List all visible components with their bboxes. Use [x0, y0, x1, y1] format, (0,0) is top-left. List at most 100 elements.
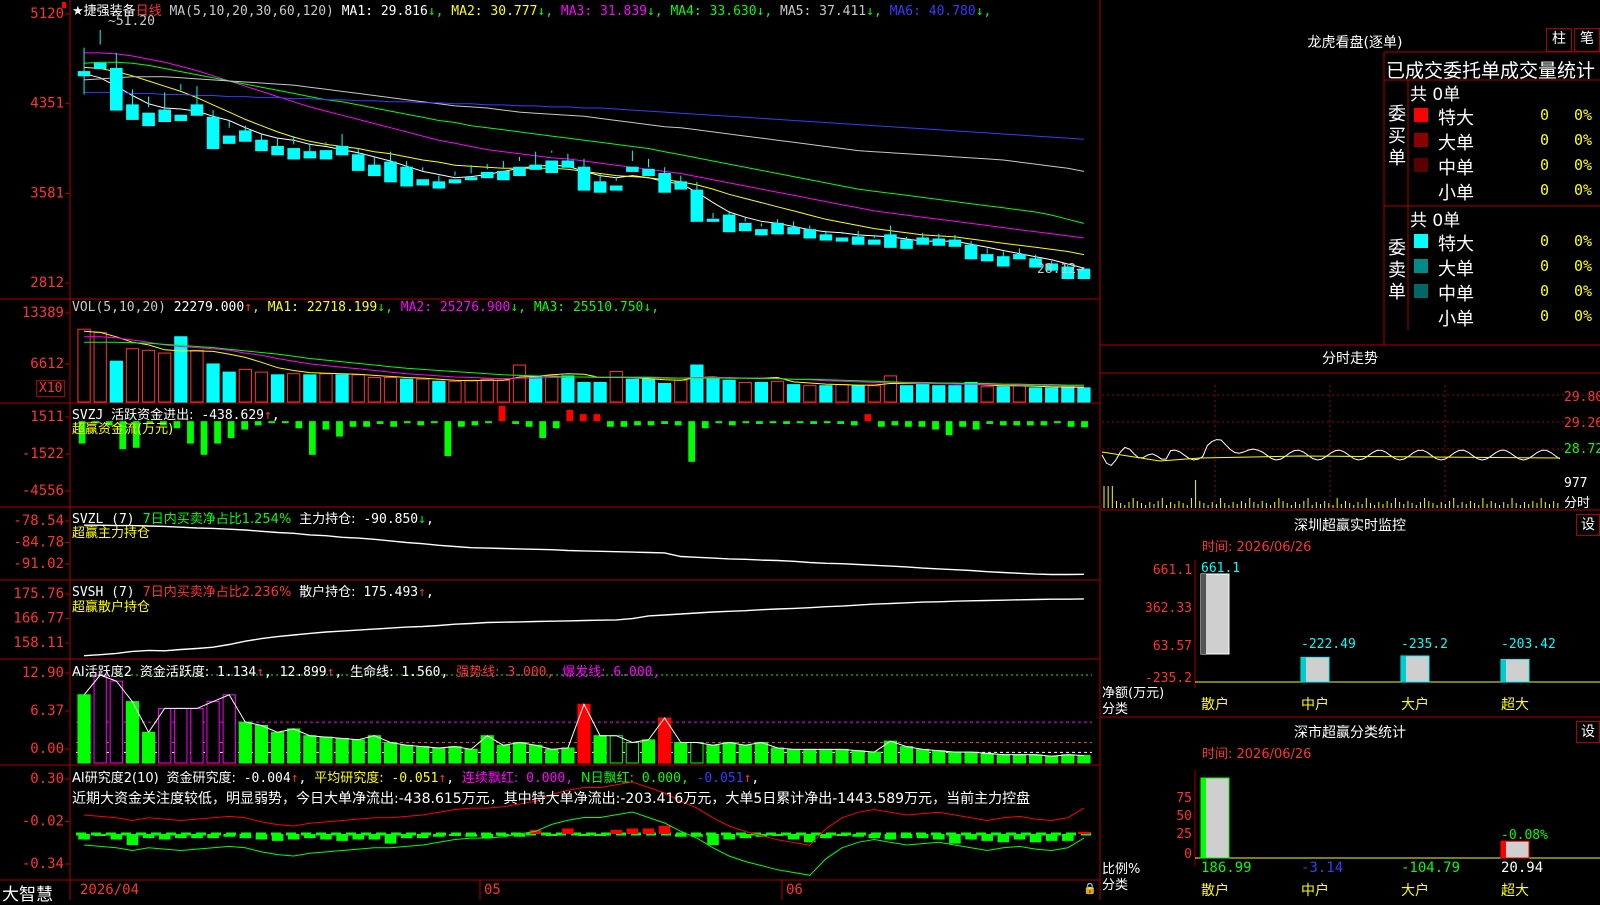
brand-logo[interactable]: 大智慧: [2, 880, 53, 905]
money-flow-bar: [200, 421, 208, 455]
monitor-bar-3: -235.2: [1400, 637, 1448, 683]
activity-bar: [625, 742, 640, 764]
ma-label: MA(5,10,20,30,60,120): [169, 4, 334, 19]
activity-bar: [448, 746, 462, 764]
vol-unit-badge[interactable]: X10: [36, 380, 66, 397]
activity-bar: [561, 747, 575, 764]
volume-bar: [690, 364, 704, 403]
buy-row-name-0: 特大: [1438, 108, 1474, 129]
money-flow-bar: [349, 421, 357, 427]
volume-bar: [448, 380, 462, 403]
candle-body: [561, 160, 575, 168]
ma-arrow-4: ↓,: [756, 4, 781, 19]
money-flow-bar: [945, 421, 953, 436]
volume-bar: [416, 378, 430, 403]
money-flow-bar: [376, 421, 384, 424]
candle-body: [529, 164, 542, 170]
activity-bar: [1061, 754, 1075, 764]
research-bar: [674, 834, 687, 837]
volume-bar: [625, 378, 640, 403]
stats-settings-button[interactable]: 设: [1576, 721, 1600, 743]
sell-row-pct-1: 0%: [1574, 257, 1593, 275]
monitor-settings-button[interactable]: 设: [1576, 514, 1600, 536]
money-flow-bar: [390, 421, 398, 427]
sell-row-swatch-2: [1414, 284, 1428, 298]
svzl-axis-tick: -91.02: [13, 556, 64, 572]
stats-category-3: 大户: [1401, 883, 1429, 899]
monitor-bar-4: -203.42: [1500, 637, 1556, 683]
svzj-axis-tick: -1522: [22, 446, 64, 462]
monitor-tick: 362.33: [1145, 601, 1192, 616]
k-ma-line-3: [84, 52, 1084, 239]
research-bar: [578, 834, 590, 836]
svsh-arrow: ↑: [418, 585, 426, 600]
research-bar: [610, 829, 623, 834]
research-bar: [707, 834, 719, 845]
activity-bar: [351, 739, 365, 764]
lock-icon[interactable]: 🔒: [1083, 882, 1097, 895]
burst-line-label: 爆发线:: [562, 665, 606, 680]
main-chart-canvas[interactable]: 5120 4351 3581 2812 13389 6612 1511 -1522 -4556 -…: [0, 0, 1600, 900]
volume-bar: [658, 383, 672, 403]
star-icon[interactable]: ★: [72, 4, 84, 19]
activity-bar: [787, 748, 801, 764]
activity-bar: [1012, 754, 1027, 764]
intraday-label: 分时: [1564, 496, 1591, 511]
vol-ma-2: MA2: 25276.900: [400, 300, 511, 315]
volume-bar: [351, 374, 365, 403]
intraday-price-line: [1101, 439, 1561, 467]
money-flow-bar: [1081, 421, 1088, 428]
n-day-red-value: 0.000: [641, 771, 681, 786]
volume-bar: [1028, 387, 1043, 403]
research-bar: [723, 834, 735, 840]
k-axis-tick: 4351: [30, 96, 64, 112]
candle-body: [142, 112, 155, 127]
svzl-axis-tick: -84.78: [13, 535, 64, 551]
monitor-bar-2: -222.49: [1300, 637, 1356, 683]
vol-arrow: ↑: [244, 300, 253, 315]
money-flow-bar: [634, 421, 641, 426]
candle-body: [303, 151, 317, 159]
research-bar: [545, 834, 558, 836]
volume-bar: [77, 328, 91, 403]
volume-bar: [190, 349, 204, 403]
money-flow-bar: [728, 421, 736, 426]
research-bar: [916, 834, 929, 839]
volume-bar: [867, 385, 881, 403]
vol-title: VOL(5,10,20): [72, 300, 166, 315]
monitor-bar-shade: [1201, 574, 1206, 654]
candle-body: [174, 114, 188, 121]
vol-value: 22279.000: [173, 300, 245, 315]
activity-bar: [851, 750, 865, 764]
volume-bar: [222, 371, 236, 403]
candle-body: [819, 234, 833, 241]
volume-bar: [367, 377, 381, 403]
ai-active-title: AI活跃度2: [72, 665, 132, 680]
money-flow-bar: [281, 421, 289, 424]
volume-bar: [545, 375, 559, 403]
money-flow-bar: [905, 421, 912, 427]
activity-bar: [367, 735, 381, 764]
monitor-category-2: 中户: [1301, 697, 1329, 713]
ma-value-4: MA4: 33.630: [670, 4, 757, 19]
research-bar: [658, 825, 671, 834]
activity-bar: [1077, 754, 1091, 764]
monitor-bar-shade: [1501, 659, 1506, 682]
bar-mode-button[interactable]: 柱: [1546, 28, 1572, 52]
volume-bar: [303, 374, 317, 403]
candle-body: [335, 145, 349, 156]
volume-bar: [206, 363, 220, 403]
main-holding-line: [84, 524, 1084, 576]
vol-axis-tick: 13389: [22, 305, 64, 321]
money-flow-bar: [810, 421, 818, 424]
research-bar: [1013, 834, 1026, 840]
n-day-red-label: N日飘红:: [580, 771, 634, 786]
volume-bar: [980, 386, 994, 403]
svzl-subtitle: 超赢主力持仓: [72, 526, 151, 541]
stroke-mode-button[interactable]: 笔: [1574, 28, 1600, 52]
research-bar: [1062, 834, 1074, 841]
candle-body: [577, 166, 591, 191]
candle-body: [416, 179, 430, 186]
money-flow-bar: [877, 421, 885, 427]
activity-bar: [932, 750, 946, 764]
